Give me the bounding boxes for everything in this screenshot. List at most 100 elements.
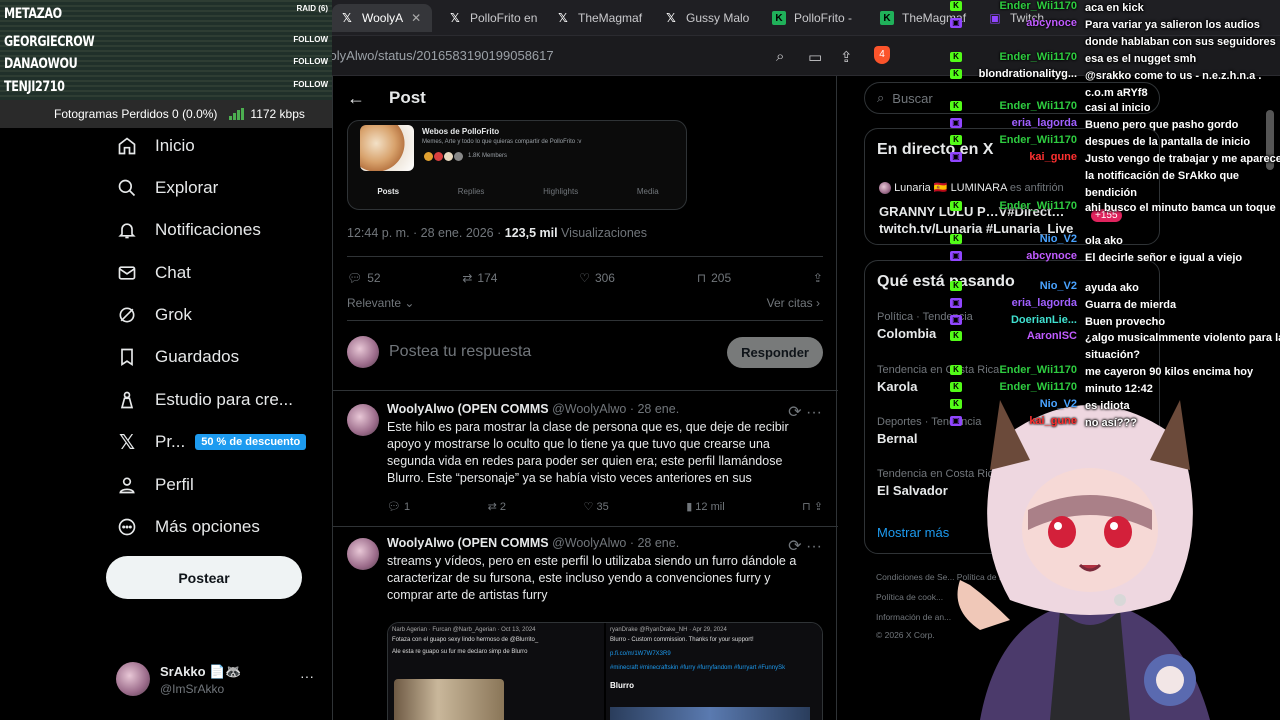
chat-username[interactable]: Ender_Wii1170 (965, 364, 1077, 376)
cast-icon[interactable]: ▭ (808, 48, 822, 66)
nav-item-explorar[interactable]: Explorar (116, 170, 218, 206)
nav-item-guardados[interactable]: Guardados (116, 339, 239, 375)
quotes-link[interactable]: Ver citas › (767, 296, 820, 310)
zoom-icon[interactable]: ⌕ (776, 48, 784, 65)
sort-dropdown[interactable]: Relevante ⌄ (347, 296, 414, 310)
tweet-actions: 💬︎ 1 ⇄ 2 ♡ 35 ▮ 12 mil ⊓ ⇪ (387, 500, 823, 513)
post-timestamp: 12:44 p. m. · 28 ene. 2026 · 123,5 mil V… (347, 226, 647, 240)
chat-username[interactable]: abcynoce (965, 250, 1077, 262)
chat-message: K AaronISC ¿algo musicalmmente violento pa… (950, 330, 1280, 364)
footer-link[interactable]: Política de cook... (876, 592, 943, 602)
repost-action[interactable]: ⇄ 174 (462, 271, 497, 285)
media-screenshot-left: Narb Agerian · Furcan @Narb_Agerian · Oc… (388, 623, 604, 720)
nav-item-inicio[interactable]: Inicio (116, 128, 195, 164)
bookmark-action[interactable]: ⊓ 205 (697, 271, 731, 285)
chat-message: ▣ abcynoce Para variar ya salieron los aud… (950, 17, 1280, 51)
chat-message: K Ender_Wii1170 me cayeron 90 kilos encima… (950, 364, 1280, 381)
reply-tweet[interactable]: WoolyAlwo (OPEN COMMS @WoolyAlwo · 28 en… (333, 400, 838, 524)
chat-text: Para variar ya salieron los audios donde… (1085, 19, 1276, 48)
brave-shield-icon[interactable]: 4 (874, 46, 890, 64)
reply-composer: Postea tu respuesta Responder (347, 334, 823, 370)
reply-button[interactable]: Responder (727, 336, 823, 368)
nav-item-premium[interactable]: 𝕏 Pr... 50 % de descuento (116, 424, 307, 460)
chat-text: despues de la pantalla de inicio (1085, 136, 1251, 148)
post-button[interactable]: Postear (106, 556, 302, 599)
account-switcher[interactable]: SrAkko 📄🦝 @ImSrAkko ··· (116, 662, 322, 698)
chat-username[interactable]: Ender_Wii1170 (965, 100, 1077, 112)
account-name: SrAkko 📄🦝 (160, 664, 242, 679)
chat-message: K Nio_V2 ola ako (950, 233, 1280, 250)
show-more-link[interactable]: Mostrar más (877, 525, 949, 540)
chat-message: ▣ eria_lagorda Guarra de mierda (950, 297, 1280, 314)
x-icon: 𝕏 (666, 11, 676, 25)
tab-pollofrito-kick[interactable]: K PolloFrito - (764, 4, 864, 32)
home-icon (116, 135, 138, 157)
bookmark-icon[interactable]: ⊓ ⇪ (802, 500, 823, 513)
nav-item-perfil[interactable]: Perfil (116, 467, 194, 503)
twitch-badge-icon: ▣ (950, 251, 962, 261)
repost-action[interactable]: ⇄ 2 (488, 500, 506, 513)
raid-overlay: METAZAO RAID (6) GEORGIECROW FOLLOW DANA… (0, 0, 332, 100)
tab-gussy-malo[interactable]: 𝕏 Gussy Malo (656, 4, 756, 32)
x-icon: 𝕏 (342, 11, 352, 25)
chat-username[interactable]: abcynoce (965, 17, 1077, 29)
reply-input[interactable]: Postea tu respuesta (389, 343, 727, 361)
chat-username[interactable]: blondrationalityg... (965, 68, 1077, 80)
footer-copyright: © 2026 X Corp. (876, 630, 935, 640)
nav-item-notificaciones[interactable]: Notificaciones (116, 212, 261, 248)
chat-username[interactable]: Nio_V2 (965, 233, 1077, 245)
back-arrow-icon[interactable]: ← (347, 88, 365, 109)
chat-text: minuto 12:42 (1085, 383, 1153, 395)
left-navigation: Inicio Explorar Notificaciones Chat Grok… (0, 128, 332, 720)
tab-pollofrito-x[interactable]: 𝕏 PolloFrito en (440, 4, 540, 32)
chat-message: ▣ DoerianLie... Buen provecho (950, 314, 1280, 331)
chat-username[interactable]: Ender_Wii1170 (965, 200, 1077, 212)
chat-text: ola ako (1085, 235, 1123, 247)
chat-username[interactable]: Nio_V2 (965, 280, 1077, 292)
views-action[interactable]: ▮ 12 mil (686, 500, 724, 513)
chat-username[interactable]: Ender_Wii1170 (965, 134, 1077, 146)
tab-highlights: Highlights (543, 187, 579, 196)
post-header: ← Post (333, 76, 838, 120)
fursuit-photo (394, 679, 504, 720)
chat-username[interactable]: kai_gune (965, 415, 1077, 427)
tweet-text: Este hilo es para mostrar la clase de pe… (387, 420, 789, 485)
nav-item-grok[interactable]: Grok (116, 297, 192, 333)
community-description: Memes, Arte y todo lo que quieras compar… (422, 139, 582, 145)
share-icon[interactable]: ⇪ (840, 48, 853, 66)
avatar (347, 538, 379, 570)
close-tab-icon[interactable]: ✕ (411, 11, 421, 25)
chat-username[interactable]: DoerianLie... (965, 314, 1077, 326)
like-action[interactable]: ♡ 306 (579, 271, 615, 285)
tab-posts: Posts (377, 187, 400, 196)
character-art (610, 707, 810, 720)
reply-action[interactable]: 💬︎ 52 (347, 271, 381, 285)
reply-action[interactable]: 💬︎ 1 (387, 500, 410, 513)
nav-item-mas-opciones[interactable]: Más opciones (116, 509, 260, 545)
community-embed-image[interactable]: Webos de PolloFrito Memes, Arte y todo l… (347, 120, 687, 210)
tab-themagmaf-x[interactable]: 𝕏 TheMagmaf (548, 4, 648, 32)
tweet-media[interactable]: Narb Agerian · Furcan @Narb_Agerian · Oc… (387, 622, 823, 720)
bitrate: 1172 kbps (250, 107, 305, 121)
raider-name: GEORGIECROW (4, 34, 95, 50)
share-icon[interactable]: ⇪ (813, 271, 823, 285)
reply-tweet[interactable]: WoolyAlwo (OPEN COMMS @WoolyAlwo · 28 en… (333, 534, 838, 720)
more-icon[interactable]: ··· (300, 668, 314, 684)
like-action[interactable]: ♡ 35 (584, 500, 609, 513)
chat-username[interactable]: eria_lagorda (965, 297, 1077, 309)
chat-username[interactable]: Ender_Wii1170 (965, 381, 1077, 393)
nav-item-estudio[interactable]: Estudio para cre... (116, 382, 293, 418)
tab-woolyalwo[interactable]: 𝕏 WoolyA ✕ (332, 4, 432, 32)
community-members: 1.8K Members (468, 153, 508, 159)
chat-message: K Ender_Wii1170 aca en kick (950, 0, 1280, 17)
chat-username[interactable]: Ender_Wii1170 (965, 0, 1077, 12)
chat-username[interactable]: AaronISC (965, 330, 1077, 342)
chat-username[interactable]: eria_lagorda (965, 117, 1077, 129)
avatar (347, 336, 379, 368)
chat-username[interactable]: Nio_V2 (965, 398, 1077, 410)
nav-item-chat[interactable]: Chat (116, 255, 191, 291)
kick-badge-icon: K (950, 382, 962, 392)
chat-username[interactable]: kai_gune (965, 151, 1077, 163)
twitch-badge-icon: ▣ (950, 416, 962, 426)
chat-username[interactable]: Ender_Wii1170 (965, 51, 1077, 63)
